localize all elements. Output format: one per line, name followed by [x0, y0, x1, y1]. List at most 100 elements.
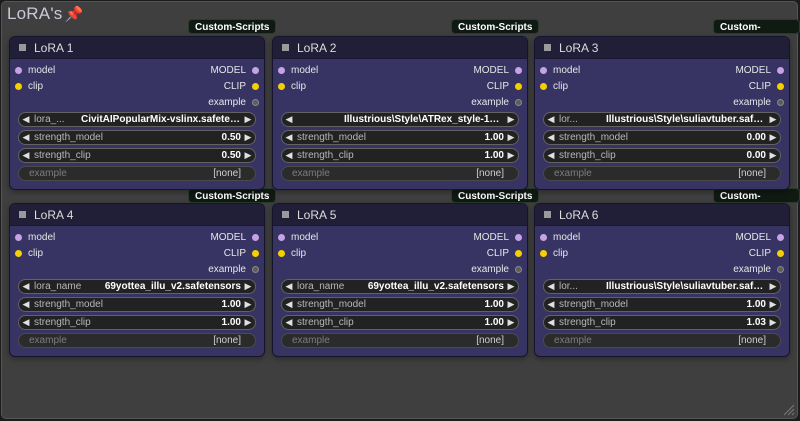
node-header[interactable]: LoRA 1	[10, 37, 264, 59]
arrow-left-icon[interactable]: ◀	[19, 132, 33, 143]
input-model[interactable]: model	[535, 232, 580, 243]
strength-model-number[interactable]: ◀ strength_model 1.00 ▶	[18, 297, 256, 312]
group-resize-handle-icon[interactable]	[783, 404, 795, 416]
output-clip[interactable]: CLIP	[487, 81, 527, 92]
example-output-socket-icon[interactable]	[252, 98, 259, 106]
arrow-left-icon[interactable]: ◀	[282, 317, 296, 328]
clip-input-socket-icon[interactable]	[278, 249, 285, 257]
collapse-toggle-icon[interactable]	[282, 211, 289, 218]
strength-model-number[interactable]: ◀ strength_model 0.00 ▶	[543, 130, 781, 145]
clip-output-socket-icon[interactable]	[515, 82, 522, 90]
example-output-socket-icon[interactable]	[515, 98, 522, 106]
clip-output-socket-icon[interactable]	[777, 82, 784, 90]
arrow-right-icon[interactable]: ▶	[766, 317, 780, 328]
output-clip[interactable]: CLIP	[749, 81, 789, 92]
input-model[interactable]: model	[273, 65, 318, 76]
example-widget[interactable]: example [none]	[18, 166, 256, 181]
example-widget[interactable]: example [none]	[543, 333, 781, 348]
arrow-left-icon[interactable]: ◀	[282, 299, 296, 310]
model-input-socket-icon[interactable]	[278, 233, 285, 241]
node-header[interactable]: LoRA 5	[273, 204, 527, 226]
arrow-left-icon[interactable]: ◀	[544, 317, 558, 328]
model-input-socket-icon[interactable]	[540, 66, 547, 74]
example-output-socket-icon[interactable]	[777, 265, 784, 273]
lora-node-2[interactable]: LoRA 2 model MODEL clip CLIP example ◀ I…	[272, 36, 528, 190]
arrow-right-icon[interactable]: ▶	[766, 299, 780, 310]
output-model[interactable]: MODEL	[473, 65, 527, 76]
arrow-right-icon[interactable]: ▶	[504, 281, 518, 292]
output-model[interactable]: MODEL	[735, 232, 789, 243]
arrow-right-icon[interactable]: ▶	[766, 150, 780, 161]
arrow-right-icon[interactable]: ▶	[766, 114, 780, 125]
output-clip[interactable]: CLIP	[224, 81, 264, 92]
arrow-right-icon[interactable]: ▶	[241, 150, 255, 161]
output-example[interactable]: example	[208, 97, 264, 108]
arrow-right-icon[interactable]: ▶	[504, 132, 518, 143]
lora-node-1[interactable]: LoRA 1 model MODEL clip CLIP example ◀ l…	[9, 36, 265, 190]
input-model[interactable]: model	[535, 65, 580, 76]
input-model[interactable]: model	[10, 65, 55, 76]
lora-name-combo[interactable]: ◀ lor... Illustrious\Style\suliavtuber.s…	[543, 279, 781, 294]
node-header[interactable]: LoRA 4	[10, 204, 264, 226]
clip-input-socket-icon[interactable]	[278, 82, 285, 90]
strength-clip-number[interactable]: ◀ strength_clip 0.50 ▶	[18, 148, 256, 163]
collapse-toggle-icon[interactable]	[544, 44, 551, 51]
output-clip[interactable]: CLIP	[224, 248, 264, 259]
input-clip[interactable]: clip	[10, 248, 43, 259]
collapse-toggle-icon[interactable]	[19, 211, 26, 218]
clip-output-socket-icon[interactable]	[252, 249, 259, 257]
arrow-left-icon[interactable]: ◀	[19, 114, 33, 125]
input-clip[interactable]: clip	[273, 81, 306, 92]
input-clip[interactable]: clip	[273, 248, 306, 259]
node-header[interactable]: LoRA 3	[535, 37, 789, 59]
arrow-right-icon[interactable]: ▶	[241, 114, 255, 125]
clip-output-socket-icon[interactable]	[515, 249, 522, 257]
clip-input-socket-icon[interactable]	[540, 249, 547, 257]
lora-node-6[interactable]: LoRA 6 model MODEL clip CLIP example ◀ l…	[534, 203, 790, 357]
lora-node-3[interactable]: LoRA 3 model MODEL clip CLIP example ◀ l…	[534, 36, 790, 190]
input-clip[interactable]: clip	[535, 248, 568, 259]
arrow-right-icon[interactable]: ▶	[241, 317, 255, 328]
output-example[interactable]: example	[471, 97, 527, 108]
arrow-left-icon[interactable]: ◀	[282, 132, 296, 143]
lora-name-combo[interactable]: ◀ lora_name 69yottea_illu_v2.safetensors…	[18, 279, 256, 294]
model-input-socket-icon[interactable]	[15, 66, 22, 74]
node-header[interactable]: LoRA 6	[535, 204, 789, 226]
collapse-toggle-icon[interactable]	[544, 211, 551, 218]
output-example[interactable]: example	[733, 264, 789, 275]
arrow-left-icon[interactable]: ◀	[544, 299, 558, 310]
example-widget[interactable]: example [none]	[18, 333, 256, 348]
clip-output-socket-icon[interactable]	[777, 249, 784, 257]
model-output-socket-icon[interactable]	[252, 66, 259, 74]
output-model[interactable]: MODEL	[473, 232, 527, 243]
strength-clip-number[interactable]: ◀ strength_clip 1.00 ▶	[281, 148, 519, 163]
example-output-socket-icon[interactable]	[252, 265, 259, 273]
model-output-socket-icon[interactable]	[252, 233, 259, 241]
arrow-right-icon[interactable]: ▶	[504, 150, 518, 161]
strength-clip-number[interactable]: ◀ strength_clip 1.03 ▶	[543, 315, 781, 330]
model-input-socket-icon[interactable]	[278, 66, 285, 74]
arrow-left-icon[interactable]: ◀	[19, 299, 33, 310]
input-clip[interactable]: clip	[10, 81, 43, 92]
arrow-right-icon[interactable]: ▶	[504, 114, 518, 125]
node-header[interactable]: LoRA 2	[273, 37, 527, 59]
strength-clip-number[interactable]: ◀ strength_clip 1.00 ▶	[18, 315, 256, 330]
input-model[interactable]: model	[10, 232, 55, 243]
output-example[interactable]: example	[471, 264, 527, 275]
input-model[interactable]: model	[273, 232, 318, 243]
arrow-left-icon[interactable]: ◀	[19, 281, 33, 292]
lora-name-combo[interactable]: ◀ lor... Illustrious\Style\suliavtuber.s…	[543, 112, 781, 127]
arrow-right-icon[interactable]: ▶	[766, 281, 780, 292]
model-output-socket-icon[interactable]	[777, 233, 784, 241]
arrow-left-icon[interactable]: ◀	[19, 150, 33, 161]
arrow-left-icon[interactable]: ◀	[544, 132, 558, 143]
arrow-left-icon[interactable]: ◀	[282, 281, 296, 292]
arrow-right-icon[interactable]: ▶	[241, 132, 255, 143]
strength-clip-number[interactable]: ◀ strength_clip 0.00 ▶	[543, 148, 781, 163]
clip-output-socket-icon[interactable]	[252, 82, 259, 90]
arrow-left-icon[interactable]: ◀	[19, 317, 33, 328]
lora-node-4[interactable]: LoRA 4 model MODEL clip CLIP example ◀ l…	[9, 203, 265, 357]
model-input-socket-icon[interactable]	[15, 233, 22, 241]
model-output-socket-icon[interactable]	[777, 66, 784, 74]
lora-node-5[interactable]: LoRA 5 model MODEL clip CLIP example ◀ l…	[272, 203, 528, 357]
